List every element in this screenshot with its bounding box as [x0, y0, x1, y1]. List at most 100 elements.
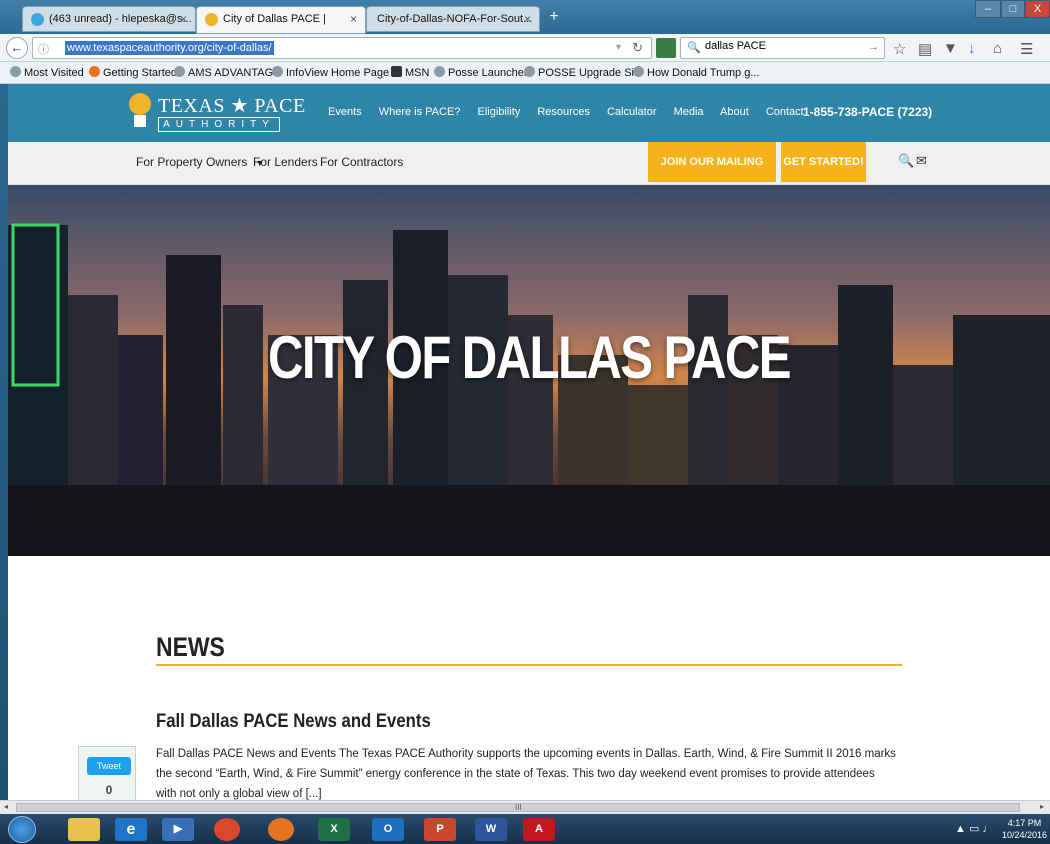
url-bar[interactable]: ⓘ www.texaspaceauthority.org/city-of-dal…: [32, 37, 652, 59]
bookmark-posse-launcher[interactable]: Posse Launcher: [434, 66, 528, 79]
addon-icon[interactable]: [656, 38, 676, 58]
news-divider: [156, 664, 902, 666]
navigation-toolbar: ← ⓘ www.texaspaceauthority.org/city-of-d…: [0, 34, 1050, 62]
bookmarks-bar: Most Visited Getting Started AMS ADVANTA…: [0, 62, 1050, 84]
hero-title: CITY OF DALLAS PACE: [268, 324, 792, 391]
folder-icon: [10, 66, 21, 77]
top-nav: Events Where is PACE? Eligibility Resour…: [328, 106, 818, 118]
globe-icon: [633, 66, 644, 77]
article-excerpt: Fall Dallas PACE News and Events The Tex…: [156, 748, 896, 800]
media-player-icon[interactable]: ▶: [162, 818, 194, 841]
clock-date: 10/24/2016: [1002, 830, 1048, 840]
bookmark-posse-upgrade[interactable]: POSSE Upgrade Site: [524, 66, 643, 79]
firefox-icon[interactable]: [268, 818, 294, 841]
pocket-icon[interactable]: ▼: [943, 40, 958, 57]
bookmark-getting-started[interactable]: Getting Started: [89, 66, 177, 79]
home-icon[interactable]: ⌂: [993, 40, 1002, 57]
bookmark-ams-advantage[interactable]: AMS ADVANTAGE: [174, 66, 281, 79]
nav-media[interactable]: Media: [674, 106, 704, 118]
acrobat-icon[interactable]: A: [523, 818, 555, 841]
url-text[interactable]: www.texaspaceauthority.org/city-of-dalla…: [65, 41, 274, 55]
horizontal-scrollbar[interactable]: ◂ III ▸: [0, 800, 1050, 814]
nav-for-contractors[interactable]: For Contractors: [320, 155, 403, 169]
new-tab-button[interactable]: +: [544, 8, 564, 28]
clock[interactable]: 4:17 PM 10/24/2016: [1002, 817, 1047, 841]
email-favicon-icon: [31, 13, 44, 26]
tab-label: (463 unread) - hlepeska@s...: [49, 13, 192, 25]
close-tab-icon[interactable]: ×: [180, 12, 187, 26]
maximize-button[interactable]: □: [1001, 0, 1025, 18]
logo-subtitle[interactable]: AUTHORITY: [158, 117, 280, 132]
tab-label: City-of-Dallas-NOFA-For-Sout...: [377, 13, 533, 25]
search-input[interactable]: [705, 40, 855, 52]
download-icon[interactable]: ↓: [968, 40, 976, 57]
join-mailing-list-button[interactable]: JOIN OUR MAILING LIST: [648, 142, 776, 208]
nav-eligibility[interactable]: Eligibility: [477, 106, 520, 118]
url-dropdown-icon[interactable]: ▾: [616, 42, 621, 53]
nav-calculator[interactable]: Calculator: [607, 106, 657, 118]
nav-where-is-pace[interactable]: Where is PACE?: [379, 106, 461, 118]
start-button[interactable]: [8, 816, 36, 843]
powerpoint-icon[interactable]: P: [424, 818, 456, 841]
tweet-button[interactable]: Tweet: [87, 757, 131, 775]
nav-for-lenders[interactable]: For Lenders: [253, 155, 318, 169]
tab-bar: (463 unread) - hlepeska@s... × City of D…: [0, 0, 1050, 34]
reload-icon[interactable]: ↻: [632, 40, 643, 56]
minimize-button[interactable]: –: [975, 0, 1001, 18]
tab-city-of-dallas-pace[interactable]: City of Dallas PACE | ×: [196, 6, 366, 34]
mail-icon[interactable]: ✉: [916, 153, 927, 169]
nav-resources[interactable]: Resources: [537, 106, 590, 118]
bookmark-most-visited[interactable]: Most Visited: [10, 66, 84, 79]
tab-nofa-pdf[interactable]: City-of-Dallas-NOFA-For-Sout... ×: [366, 6, 540, 32]
nav-about[interactable]: About: [720, 106, 749, 118]
search-go-icon[interactable]: →: [868, 41, 879, 53]
windows-taskbar: e ▶ X O P W A ▲ ▭ ♩ 4:17 PM 10/24/2016: [0, 814, 1050, 844]
outlook-icon[interactable]: O: [372, 818, 404, 841]
news-heading: NEWS: [156, 632, 225, 662]
globe-icon: [434, 66, 445, 77]
bookmark-msn[interactable]: MSN: [391, 66, 429, 79]
tab-label: City of Dallas PACE |: [223, 13, 326, 25]
site-info-icon[interactable]: ⓘ: [38, 41, 49, 57]
lightbulb-icon: [129, 93, 151, 115]
tweet-widget: Tweet 0: [78, 746, 136, 800]
chrome-icon[interactable]: [214, 818, 240, 841]
nav-contact[interactable]: Contact: [766, 106, 804, 118]
globe-icon: [174, 66, 185, 77]
search-icon: 🔍: [687, 42, 701, 54]
tab-email[interactable]: (463 unread) - hlepeska@s... ×: [22, 6, 196, 32]
bookmark-donald-trump[interactable]: How Donald Trump g...: [633, 66, 760, 79]
clock-time: 4:17 PM: [1007, 818, 1042, 828]
system-tray[interactable]: ▲ ▭ ♩: [955, 822, 993, 835]
scroll-right-icon[interactable]: ▸: [1040, 802, 1044, 811]
nav-for-property-owners[interactable]: For Property Owners ▼: [136, 155, 264, 169]
nav-events[interactable]: Events: [328, 106, 362, 118]
globe-icon: [272, 66, 283, 77]
close-tab-icon[interactable]: ×: [350, 12, 357, 26]
scroll-left-icon[interactable]: ◂: [4, 802, 8, 811]
sub-nav-bar: For Property Owners ▼ For Lenders For Con…: [8, 142, 1050, 208]
reading-list-icon[interactable]: ▤: [918, 40, 932, 58]
browser-window: (463 unread) - hlepeska@s... × City of D…: [0, 0, 1050, 844]
bookmark-infoview[interactable]: InfoView Home Page: [272, 66, 389, 79]
close-tab-icon[interactable]: ×: [524, 12, 531, 26]
article-title[interactable]: Fall Dallas PACE News and Events: [156, 711, 431, 733]
scrollbar-grip: III: [515, 803, 522, 812]
logo-title[interactable]: TEXAS ★ PACE: [158, 93, 306, 118]
search-icon[interactable]: 🔍: [898, 153, 914, 169]
phone-number[interactable]: 1-855-738-PACE (7223): [803, 105, 932, 119]
search-bar[interactable]: 🔍 →: [680, 37, 885, 59]
msn-icon: [391, 66, 402, 77]
back-button[interactable]: ←: [6, 37, 28, 59]
internet-explorer-icon[interactable]: e: [115, 818, 147, 841]
get-started-button[interactable]: GET STARTED!: [781, 142, 866, 182]
close-window-button[interactable]: X: [1025, 0, 1050, 18]
excel-icon[interactable]: X: [318, 818, 350, 841]
bookmark-star-icon[interactable]: ☆: [893, 40, 906, 58]
site-header: TEXAS ★ PACE AUTHORITY Events Where is P…: [8, 84, 1050, 142]
hero-banner: CITY OF DALLAS PACE: [8, 185, 1050, 556]
menu-icon[interactable]: ☰: [1020, 40, 1033, 58]
lightbulb-base-icon: [134, 115, 146, 127]
file-explorer-icon[interactable]: [68, 818, 100, 841]
word-icon[interactable]: W: [475, 818, 507, 841]
